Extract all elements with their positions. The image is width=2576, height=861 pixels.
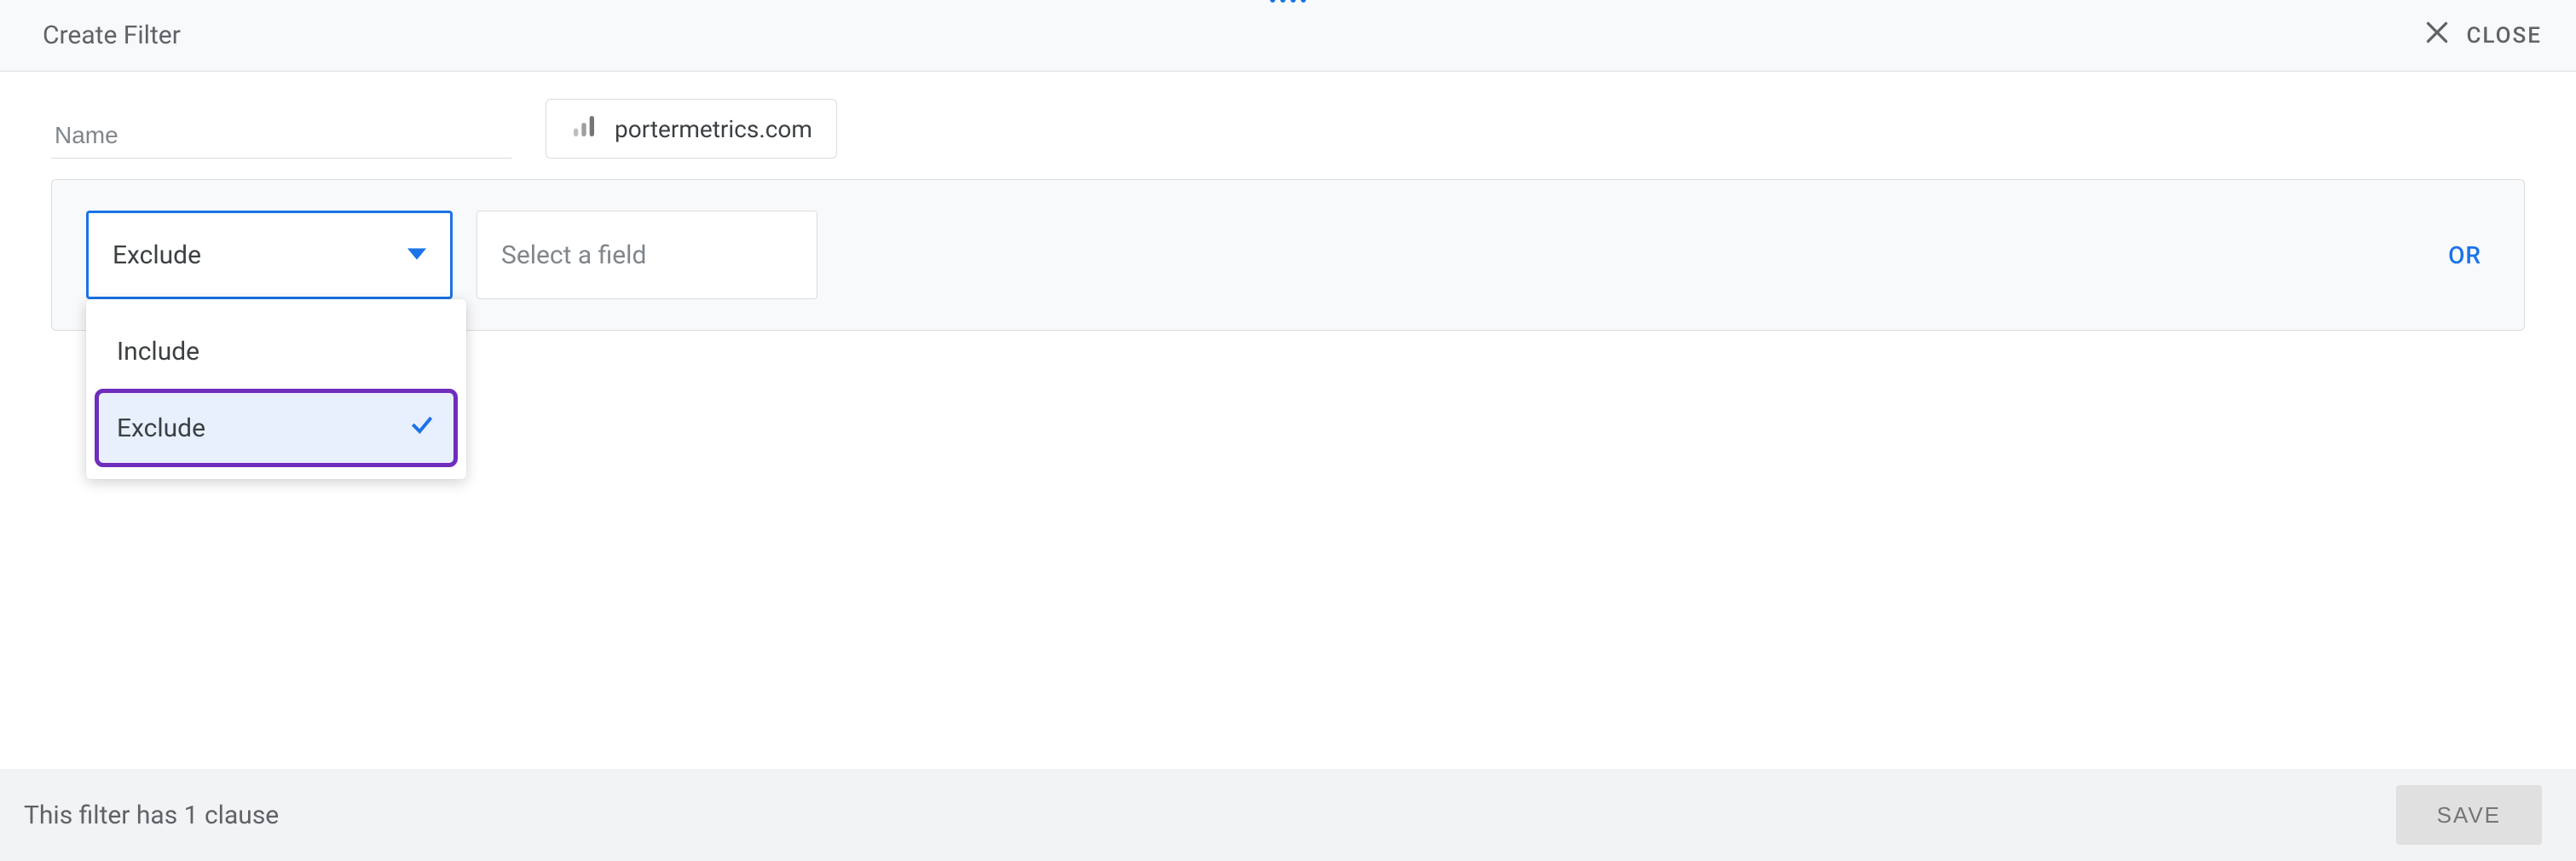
dialog-header: Create Filter CLOSE (0, 0, 2576, 72)
field-select[interactable]: Select a field (477, 211, 817, 299)
analytics-icon (570, 113, 598, 146)
dialog-title: Create Filter (43, 20, 181, 50)
dropdown-option-include[interactable]: Include (95, 315, 458, 389)
close-icon (2422, 17, 2452, 54)
datasource-chip[interactable]: portermetrics.com (546, 99, 837, 159)
filter-builder: Exclude Select a field OR Include Exclud… (51, 179, 2525, 331)
close-button[interactable]: CLOSE (2422, 17, 2542, 54)
caret-down-icon (407, 240, 426, 270)
check-icon (408, 411, 436, 445)
dropdown-option-label: Exclude (117, 413, 205, 443)
datasource-label: portermetrics.com (615, 115, 812, 143)
dropdown-option-exclude[interactable]: Exclude (95, 389, 458, 467)
condition-type-select[interactable]: Exclude (86, 211, 453, 299)
close-label: CLOSE (2466, 23, 2542, 49)
condition-type-dropdown: Include Exclude (86, 299, 466, 479)
or-button[interactable]: OR (2448, 241, 2490, 269)
config-row: portermetrics.com (0, 72, 2576, 179)
clause-count-status: This filter has 1 clause (24, 800, 279, 830)
dropdown-option-label: Include (117, 337, 199, 367)
drag-handle-icon[interactable] (1270, 0, 1306, 3)
dialog-footer: This filter has 1 clause SAVE (0, 769, 2576, 861)
save-button[interactable]: SAVE (2396, 785, 2542, 845)
condition-type-value: Exclude (113, 240, 201, 270)
field-select-placeholder: Select a field (501, 240, 646, 270)
filter-name-input[interactable] (51, 113, 511, 159)
